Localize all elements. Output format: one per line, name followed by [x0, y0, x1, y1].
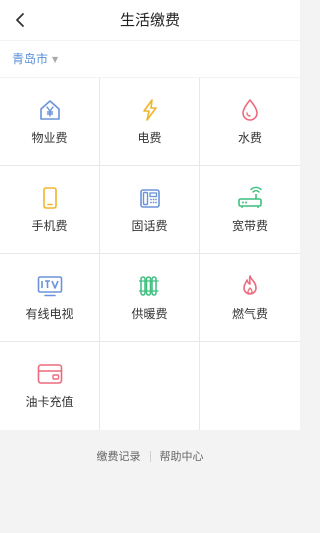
empty-cell — [100, 342, 199, 430]
radiator-icon — [137, 273, 163, 299]
page-title: 生活缴费 — [119, 11, 180, 29]
city-selector[interactable]: 青岛市 ▼ — [12, 41, 58, 77]
service-electric[interactable]: 电费 — [100, 78, 199, 165]
dropdown-caret-icon: ▼ — [52, 55, 59, 64]
service-fuelcard[interactable]: 油卡充值 — [0, 342, 99, 430]
mobile-phone-icon — [37, 185, 63, 211]
service-label: 宽带费 — [231, 219, 268, 233]
service-label: 电费 — [137, 131, 162, 145]
footer-links: 缴费记录 帮助中心 — [0, 447, 300, 465]
service-water[interactable]: 水费 — [200, 78, 300, 165]
landline-phone-icon — [137, 185, 163, 211]
service-label: 油卡充值 — [25, 395, 74, 409]
city-name: 青岛市 — [12, 52, 49, 66]
service-gas[interactable]: 燃气费 — [200, 254, 300, 341]
router-icon — [237, 185, 263, 211]
service-label: 物业费 — [31, 131, 68, 145]
location-bar: 青岛市 ▼ — [0, 41, 300, 77]
water-drop-icon — [237, 97, 263, 123]
help-center-link[interactable]: 帮助中心 — [160, 448, 204, 464]
service-cabletv[interactable]: 有线电视 — [0, 254, 99, 341]
service-grid: 物业费 电费 水费 手机费 固话费 宽带费 有线电视 供暖费 燃气费 油卡充值 — [0, 78, 300, 430]
back-button[interactable] — [6, 6, 34, 34]
service-heating[interactable]: 供暖费 — [100, 254, 199, 341]
flame-icon — [237, 273, 263, 299]
empty-cell — [200, 342, 300, 430]
back-arrow-icon — [16, 13, 24, 27]
card-icon — [37, 361, 63, 387]
service-mobile[interactable]: 手机费 — [0, 166, 99, 253]
app-header: 生活缴费 — [0, 0, 300, 40]
service-label: 有线电视 — [25, 307, 74, 321]
service-property[interactable]: 物业费 — [0, 78, 99, 165]
property-fee-icon — [37, 97, 63, 123]
tv-icon — [37, 273, 63, 299]
service-landline[interactable]: 固话费 — [100, 166, 199, 253]
lightning-icon — [137, 97, 163, 123]
footer-divider — [149, 450, 151, 462]
service-label: 固话费 — [131, 219, 168, 233]
payment-records-link[interactable]: 缴费记录 — [97, 448, 141, 464]
service-label: 水费 — [237, 131, 262, 145]
service-broadband[interactable]: 宽带费 — [200, 166, 300, 253]
service-label: 燃气费 — [231, 307, 268, 321]
service-label: 供暖费 — [131, 307, 168, 321]
service-label: 手机费 — [31, 219, 68, 233]
